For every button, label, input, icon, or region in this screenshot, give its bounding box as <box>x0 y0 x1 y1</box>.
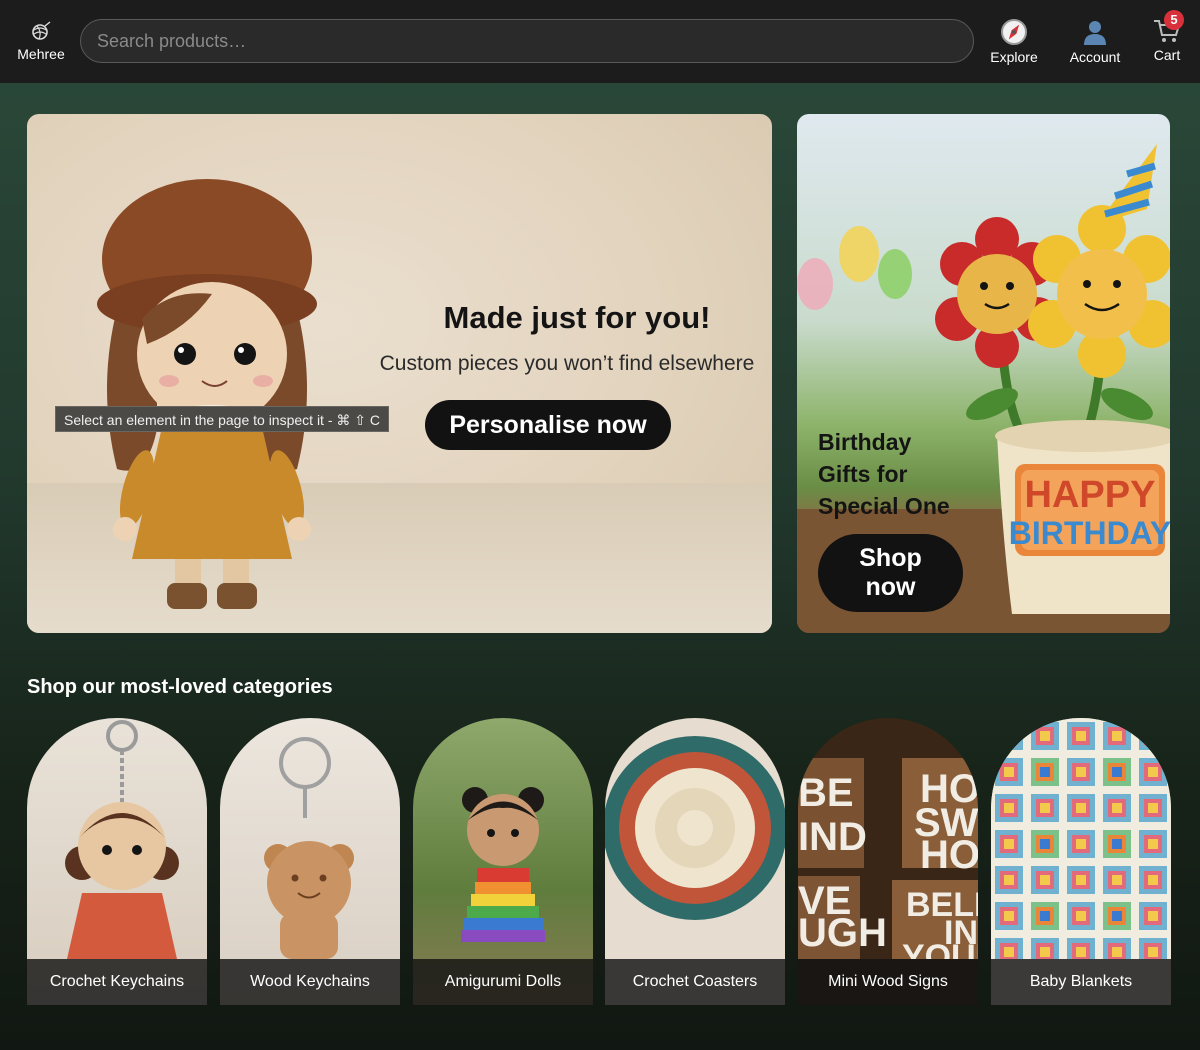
shop-now-button[interactable]: Shop now <box>818 534 963 612</box>
shop-now-line-1: Shop <box>859 544 922 572</box>
pot-text-happy: HAPPY <box>1025 474 1156 516</box>
hero-banner-personalise[interactable]: Made just for you! Custom pieces you won… <box>27 114 772 633</box>
nav-explore-label: Explore <box>990 49 1038 65</box>
sign-word: BE <box>798 771 854 815</box>
category-amigurumi-dolls[interactable]: Amigurumi Dolls <box>413 718 593 1005</box>
nav-cart-label: Cart <box>1153 47 1181 63</box>
yarn-ball-icon <box>32 21 51 40</box>
birthday-promo-title: Birthday Gifts for Special One <box>818 426 988 522</box>
category-crochet-keychains[interactable]: Crochet Keychains <box>27 718 207 1005</box>
granny-square-blanket-image <box>991 718 1171 959</box>
brand-name: Mehree <box>17 46 65 62</box>
search-bar <box>80 19 974 63</box>
pot-text-birthday: BIRTHDAY <box>1009 515 1170 551</box>
crochet-coaster-image <box>605 736 785 920</box>
category-mini-wood-signs[interactable]: BE IND HOM SWE HOM VE UGH BELIE IN YOURS… <box>798 718 978 1005</box>
hero-subtitle: Custom pieces you won’t find elsewhere <box>379 352 755 375</box>
crochet-keychain-image <box>65 720 179 959</box>
category-label: Wood Keychains <box>220 959 400 1005</box>
shop-now-line-2: now <box>865 573 916 601</box>
wood-keychain-image <box>264 737 354 959</box>
top-navigation-bar: Mehree Explore Account 5 Cart <box>0 0 1200 83</box>
category-label: Crochet Coasters <box>605 959 785 1005</box>
search-input[interactable] <box>81 20 973 62</box>
user-icon <box>1084 21 1106 45</box>
category-crochet-coasters[interactable]: Crochet Coasters <box>605 718 785 1005</box>
category-label: Amigurumi Dolls <box>413 959 593 1005</box>
nav-account-label: Account <box>1069 49 1121 65</box>
category-label: Baby Blankets <box>991 959 1171 1005</box>
category-baby-blankets[interactable]: Baby Blankets <box>991 718 1171 1005</box>
personalise-now-button[interactable]: Personalise now <box>425 400 671 450</box>
sign-word: YOURS <box>902 938 978 959</box>
hero-title: Made just for you! <box>443 300 711 335</box>
promo-title-line-3: Special One <box>818 493 950 519</box>
compass-icon <box>1001 19 1027 45</box>
nav-account[interactable]: Account <box>1064 18 1126 65</box>
crochet-doll-image <box>97 179 317 609</box>
sign-word: IND <box>798 815 867 859</box>
devtools-inspect-tooltip: Select an element in the page to inspect… <box>55 406 390 432</box>
nav-cart[interactable]: 5 Cart <box>1146 10 1188 63</box>
cart-count-badge: 5 <box>1164 10 1184 30</box>
nav-explore[interactable]: Explore <box>986 18 1042 65</box>
sign-word: UGH <box>798 911 887 955</box>
wood-signs-image: BE IND HOM SWE HOM VE UGH BELIE IN YOURS <box>798 758 978 959</box>
promo-title-line-1: Birthday <box>818 429 912 455</box>
category-label: Crochet Keychains <box>27 959 207 1005</box>
promo-title-line-2: Gifts for <box>818 461 908 487</box>
birthday-gifts-banner[interactable]: HAPPY BIRTHDAY Birthday Gifts for Specia… <box>797 114 1170 633</box>
category-label: Mini Wood Signs <box>798 959 978 1005</box>
amigurumi-doll-image <box>461 787 545 942</box>
brand-logo[interactable]: Mehree <box>14 20 68 62</box>
categories-heading: Shop our most-loved categories <box>27 676 333 698</box>
category-wood-keychains[interactable]: Wood Keychains <box>220 718 400 1005</box>
sign-word: HOM <box>920 833 978 877</box>
